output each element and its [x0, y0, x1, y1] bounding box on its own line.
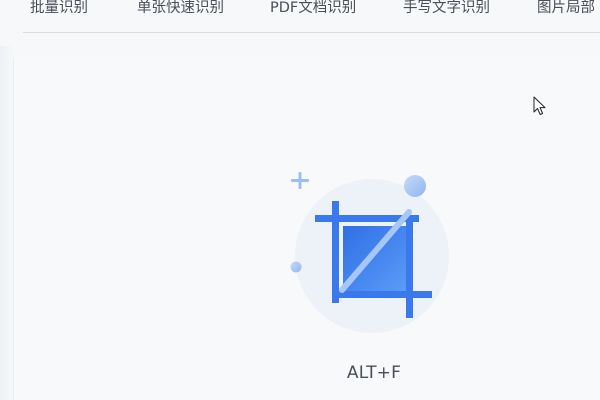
- sparkle-plus-icon: [291, 172, 309, 189]
- tab-handwriting-recognition[interactable]: 手写文字识别: [403, 0, 490, 23]
- decor-dot-small: [290, 261, 302, 273]
- mouse-cursor-icon: [533, 96, 546, 116]
- tab-pdf-recognition[interactable]: PDF文档识别: [270, 0, 356, 23]
- tab-single-quick-recognition[interactable]: 单张快速识别: [137, 0, 224, 23]
- crop-icon[interactable]: [285, 168, 455, 338]
- decor-dot-large: [404, 175, 426, 197]
- recognition-mode-tabs: 批量识别 单张快速识别 PDF文档识别 手写文字识别 图片局部: [0, 0, 600, 32]
- tab-divider: [23, 32, 600, 33]
- tab-partial-image-recognition[interactable]: 图片局部: [537, 0, 595, 23]
- tab-batch-recognition[interactable]: 批量识别: [30, 0, 88, 23]
- panel-shadow: [0, 46, 14, 400]
- app-page: 批量识别 单张快速识别 PDF文档识别 手写文字识别 图片局部 ALT+F: [0, 0, 600, 400]
- shortcut-label: ALT+F: [346, 363, 402, 383]
